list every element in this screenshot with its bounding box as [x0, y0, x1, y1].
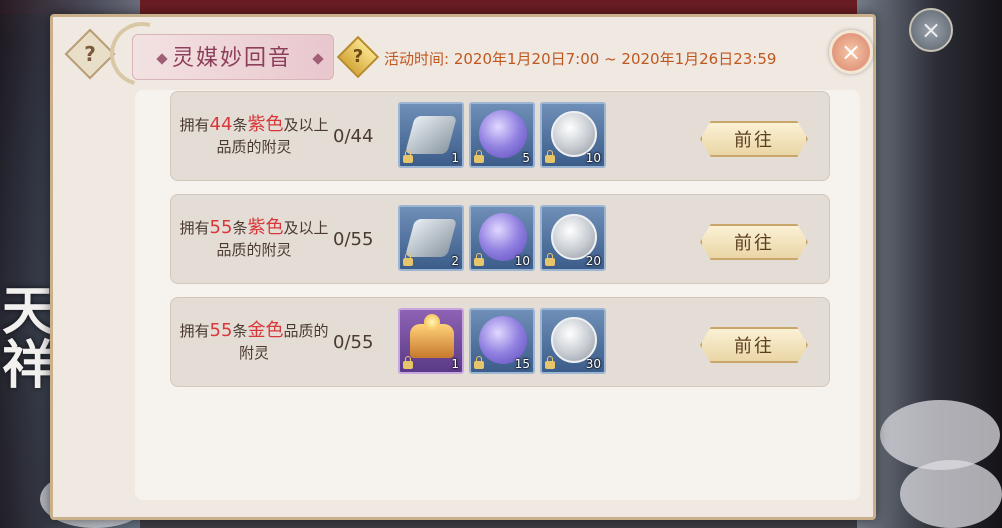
reward-item[interactable]: 5	[469, 102, 535, 168]
close-button[interactable]: ×	[829, 30, 873, 74]
reward-quantity: 10	[514, 254, 530, 268]
task-progress: 0/55	[333, 331, 374, 353]
lock-icon	[545, 253, 555, 266]
lock-icon	[545, 356, 555, 369]
task-description: 拥有44条紫色及以上品质的附灵	[179, 114, 329, 156]
lock-icon	[474, 150, 484, 163]
lock-icon	[403, 356, 413, 369]
outer-close-button[interactable]: ×	[909, 8, 953, 52]
golden-chest-icon	[410, 314, 454, 358]
task-progress: 0/55	[333, 228, 374, 250]
reward-item[interactable]: 20	[540, 205, 606, 271]
go-button[interactable]: 前往	[700, 121, 808, 157]
go-button[interactable]: 前往	[700, 327, 808, 363]
task-description: 拥有55条紫色及以上品质的附灵	[179, 217, 329, 259]
cloud-decoration	[900, 460, 1002, 528]
event-time: 活动时间: 2020年1月20日7:00 ~ 2020年1月26日23:59	[384, 50, 777, 68]
reward-quantity: 30	[585, 357, 601, 371]
close-icon: ×	[840, 38, 862, 66]
lock-icon	[545, 150, 555, 163]
reward-item[interactable]: 30	[540, 308, 606, 374]
reward-quantity: 2	[451, 254, 459, 268]
task-description: 拥有55条金色品质的附灵	[179, 320, 329, 362]
reward-quantity: 5	[522, 151, 530, 165]
event-title: 灵媒妙回音	[172, 46, 293, 71]
reward-quantity: 10	[585, 151, 601, 165]
reward-quantity: 1	[451, 357, 459, 371]
reward-item[interactable]: 1	[398, 102, 464, 168]
reward-item[interactable]: 2	[398, 205, 464, 271]
top-border	[0, 0, 1002, 14]
reward-item[interactable]: 10	[469, 205, 535, 271]
lock-icon	[474, 356, 484, 369]
spirit-orb-icon	[479, 110, 527, 158]
question-icon: ?	[352, 46, 364, 67]
task-progress: 0/44	[333, 125, 374, 147]
task-row: 拥有55条紫色及以上品质的附灵 0/55 2 10 20 前往	[170, 194, 830, 284]
silver-gem-icon	[404, 116, 458, 154]
reward-quantity: 1	[451, 151, 459, 165]
cloud-decoration	[880, 400, 1000, 470]
go-button[interactable]: 前往	[700, 224, 808, 260]
reward-item[interactable]: 15	[469, 308, 535, 374]
reward-quantity: 15	[514, 357, 530, 371]
close-icon: ×	[920, 16, 942, 44]
reward-quantity: 20	[585, 254, 601, 268]
reward-item[interactable]: 10	[540, 102, 606, 168]
reward-item[interactable]: 1	[398, 308, 464, 374]
silver-gem-icon	[404, 219, 458, 257]
task-row: 拥有44条紫色及以上品质的附灵 0/44 1 5 10 前往	[170, 91, 830, 181]
task-row: 拥有55条金色品质的附灵 0/55 1 15 30 前往	[170, 297, 830, 387]
question-icon: ?	[84, 42, 96, 66]
lock-icon	[474, 253, 484, 266]
lock-icon	[403, 253, 413, 266]
lock-icon	[403, 150, 413, 163]
